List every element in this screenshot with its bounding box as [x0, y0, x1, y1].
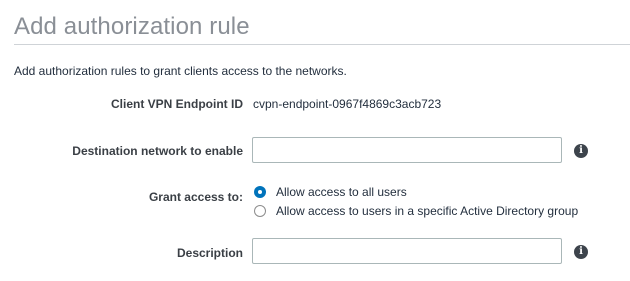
- radio-button-selected[interactable]: [254, 186, 266, 198]
- endpoint-id-value: cvpn-endpoint-0967f4869c3acb723: [253, 97, 442, 111]
- radio-option-label: Allow access to users in a specific Acti…: [276, 204, 579, 218]
- radio-option-ad-group[interactable]: Allow access to users in a specific Acti…: [254, 204, 578, 218]
- endpoint-id-label: Client VPN Endpoint ID: [111, 97, 243, 111]
- destination-network-input[interactable]: [252, 137, 562, 163]
- page-description: Add authorization rules to grant clients…: [14, 64, 347, 78]
- destination-network-label: Destination network to enable: [72, 144, 243, 158]
- title-divider: [14, 44, 630, 45]
- grant-access-label: Grant access to:: [148, 190, 243, 204]
- description-label: Description: [176, 246, 243, 260]
- add-authorization-rule-page: Add authorization rule Add authorization…: [0, 0, 630, 281]
- radio-button[interactable]: [254, 205, 266, 217]
- radio-option-label: Allow access to all users: [276, 185, 407, 199]
- info-icon[interactable]: i: [574, 245, 588, 259]
- radio-option-all-users[interactable]: Allow access to all users: [254, 185, 407, 199]
- page-title: Add authorization rule: [14, 13, 250, 40]
- info-icon[interactable]: i: [574, 144, 588, 158]
- description-input[interactable]: [252, 238, 562, 264]
